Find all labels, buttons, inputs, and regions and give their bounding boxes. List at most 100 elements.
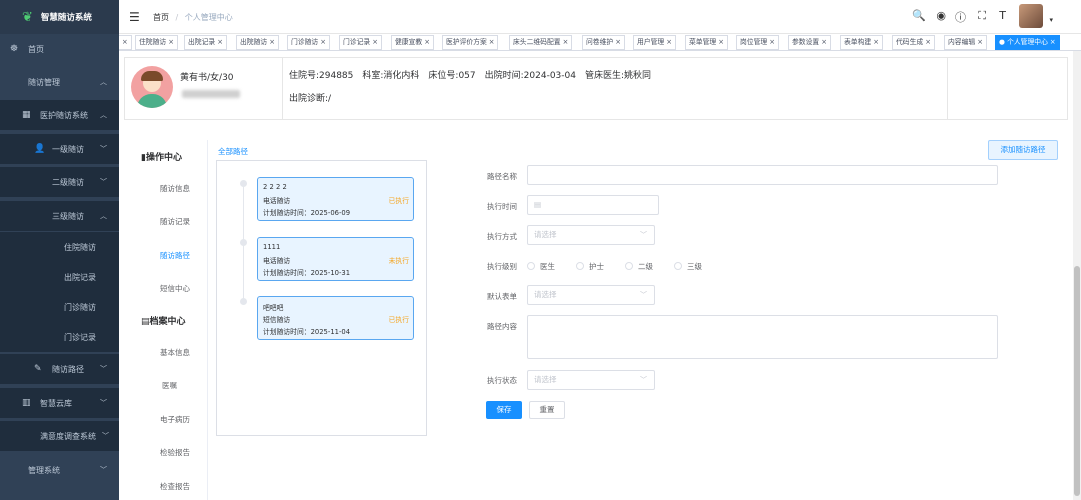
all-paths-link[interactable]: 全部路径 [218,146,248,157]
tag-item[interactable]: 出院随访× [236,35,279,50]
close-icon[interactable]: × [320,38,326,46]
sidebar-item-medical-followup[interactable]: ▦ 医护随访系统 ︿ [0,100,119,130]
caret-down-icon[interactable]: ▾ [1049,16,1053,24]
tag-item[interactable]: 岗位管理× [736,35,779,50]
menu-item-followup-path[interactable]: 随访路径 [160,250,190,261]
path-card-time: 计划随访时间：2025-10-31 [263,267,350,277]
save-button[interactable]: 保存 [486,401,522,419]
sidebar-item-home[interactable]: ☸ 首页 [0,34,119,64]
tag-item[interactable]: 内容编辑× [944,35,987,50]
menu-item-basic-info[interactable]: 基本信息 [160,347,190,358]
scrollbar-thumb[interactable] [1074,266,1080,496]
tag-item[interactable]: 床头二维码配置× [509,35,572,50]
close-icon[interactable]: × [873,38,879,46]
level-radio-doctor[interactable]: 医生 [527,261,555,272]
tag-item-active[interactable]: ● 个人管理中心× [995,35,1060,50]
close-icon[interactable]: × [977,38,983,46]
close-icon[interactable]: × [666,38,672,46]
section-divider [207,140,208,500]
tag-item[interactable]: 门诊随访× [287,35,330,50]
sidebar-item-level3[interactable]: 三级随访 ︿ [0,201,119,231]
path-card[interactable]: 2 2 2 2 电话随访 计划随访时间：2025-06-09 已执行 [257,177,414,221]
close-icon[interactable]: × [615,38,621,46]
close-icon[interactable]: × [925,38,931,46]
close-icon[interactable]: × [168,38,174,46]
font-size-icon[interactable]: T [999,9,1006,22]
default-form-select[interactable]: 请选择﹀ [527,285,655,305]
tag-label: 用户管理 [637,38,664,46]
tag-item[interactable]: 表单构建× [840,35,883,50]
menu-item-sms[interactable]: 短信中心 [160,283,190,294]
level-radio-level2[interactable]: 二级 [625,261,653,272]
sidebar-item-level1[interactable]: 👤 一级随访 ﹀ [0,134,119,164]
menu-toggle-icon[interactable]: ☰ [129,10,140,24]
calendar-icon: ▤ [534,200,541,209]
close-icon[interactable]: × [1050,38,1056,46]
close-icon[interactable]: × [372,38,378,46]
tag-item[interactable]: 参数设置× [788,35,831,50]
search-icon[interactable]: 🔍 [912,9,926,22]
chevron-down-icon: ﹀ [100,398,107,408]
path-card[interactable]: 1111 电话随访 计划随访时间：2025-10-31 未执行 [257,237,414,281]
tag-item[interactable]: 出院记录× [184,35,227,50]
sidebar-item-cloud[interactable]: ▥ 智慧云库 ﹀ [0,388,119,418]
exec-mode-select[interactable]: 请选择﹀ [527,225,655,245]
github-icon[interactable]: ◉ [936,9,946,22]
breadcrumb-current: 个人管理中心 [185,13,233,22]
breadcrumb-home[interactable]: 首页 [153,13,169,22]
sidebar-item-survey[interactable]: 满意度调查系统 ﹀ [0,421,119,451]
menu-item-emr[interactable]: 电子病历 [160,414,190,425]
close-icon[interactable]: × [718,38,724,46]
sidebar-item-discharge[interactable]: 出院记录 [0,262,119,292]
sidebar-item-system[interactable]: 管理系统 ﹀ [0,455,119,485]
close-icon[interactable]: × [424,38,430,46]
path-content-textarea[interactable] [527,315,998,359]
fullscreen-icon[interactable]: ⛶ [978,9,986,23]
close-icon[interactable]: × [269,38,275,46]
tag-item[interactable]: 健康宣教× [391,35,434,50]
tag-item[interactable]: 代码生成× [892,35,935,50]
menu-item-followup-record[interactable]: 随访记录 [160,216,190,227]
exec-time-picker[interactable]: ▤ [527,195,659,215]
exec-status-select[interactable]: 请选择﹀ [527,370,655,390]
radio-label: 三级 [687,262,702,271]
tag-label: 住院随访 [139,38,166,46]
tag-item[interactable]: 门诊记录× [339,35,382,50]
sidebar-item-followup-mgmt[interactable]: 随访管理 ︿ [0,67,119,97]
menu-item-orders[interactable]: 医嘱 [162,380,177,391]
path-card[interactable]: 吧吧吧 短信随访 计划随访时间：2025-11-04 已执行 [257,296,414,340]
avatar[interactable] [1019,4,1043,28]
sidebar-item-path[interactable]: ✎ 随访路径 ﹀ [0,354,119,384]
tag-item[interactable]: 用户管理× [633,35,676,50]
timeline-dot [240,298,247,305]
chevron-up-icon: ︿ [100,211,107,221]
tag-partial[interactable]: × [119,35,132,50]
help-icon[interactable]: ⓘ [955,9,966,25]
grid-icon: ▦ [22,110,31,120]
sidebar-item-inpatient[interactable]: 住院随访 [0,232,119,262]
add-path-button[interactable]: 添加随访路径 [988,140,1058,160]
tag-item[interactable]: 住院随访× [135,35,178,50]
sidebar-item-label: 随访路径 [52,364,84,375]
level-radio-level3[interactable]: 三级 [674,261,702,272]
menu-item-followup-info[interactable]: 随访信息 [160,183,190,194]
close-icon[interactable]: × [217,38,223,46]
tag-item[interactable]: 医护评价方案× [442,35,498,50]
sidebar-item-level2[interactable]: 二级随访 ﹀ [0,167,119,197]
menu-item-lab[interactable]: 检验报告 [160,447,190,458]
tag-item[interactable]: 问卷维护× [582,35,625,50]
sidebar-item-outpatient[interactable]: 门诊随访 [0,292,119,322]
scrollbar-track[interactable] [1073,51,1081,500]
close-icon[interactable]: × [563,38,569,46]
close-icon[interactable]: × [821,38,827,46]
reset-button[interactable]: 重置 [529,401,565,419]
chevron-down-icon: ﹀ [100,364,107,374]
level-radio-nurse[interactable]: 护士 [576,261,604,272]
close-icon[interactable]: × [769,38,775,46]
tag-item[interactable]: 菜单管理× [685,35,728,50]
path-name-input[interactable] [527,165,998,185]
sidebar-item-outpatient-record[interactable]: 门诊记录 [0,322,119,352]
radio-circle [527,262,535,270]
menu-item-exam[interactable]: 检查报告 [160,481,190,492]
close-icon[interactable]: × [489,38,495,46]
